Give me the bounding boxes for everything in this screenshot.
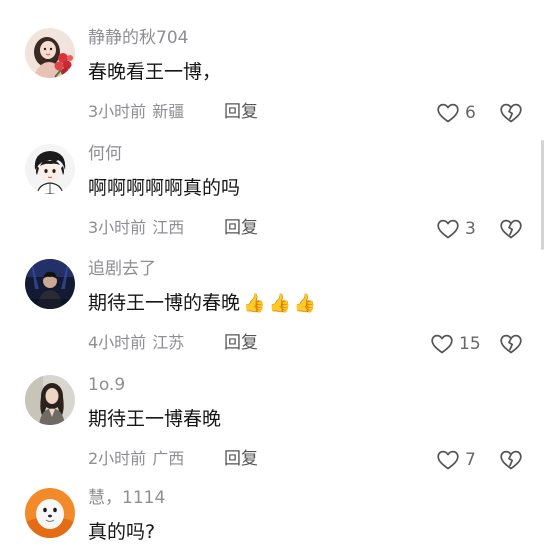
username[interactable]: 何何 bbox=[88, 144, 122, 164]
username[interactable]: 静静的秋704 bbox=[88, 28, 188, 48]
timestamp: 4小时前 bbox=[88, 333, 147, 352]
username[interactable]: 追剧去了 bbox=[88, 259, 156, 279]
avatar[interactable] bbox=[25, 488, 75, 538]
comment-meta: 3小时前 江西 bbox=[88, 218, 184, 238]
avatar[interactable] bbox=[25, 259, 75, 309]
concert-photo-avatar-icon bbox=[25, 259, 75, 309]
scrollbar[interactable] bbox=[541, 140, 544, 250]
reply-button[interactable]: 回复 bbox=[224, 218, 258, 238]
location: 江苏 bbox=[152, 333, 185, 352]
comment-text-body: 期待王一博春晚 bbox=[88, 408, 222, 430]
timestamp: 2小时前 bbox=[88, 449, 147, 468]
comment-meta: 4小时前 江苏 bbox=[88, 333, 184, 353]
like-button[interactable]: 6 bbox=[436, 101, 476, 125]
reply-button[interactable]: 回复 bbox=[224, 102, 258, 122]
reply-button[interactable]: 回复 bbox=[224, 449, 258, 469]
like-count: 6 bbox=[465, 103, 476, 123]
thumbs-up-emoji: 👍 bbox=[293, 293, 317, 314]
like-button[interactable]: 15 bbox=[430, 332, 481, 356]
comment-item: 何何 啊啊啊啊啊真的吗 3小时前 江西 回复 3 bbox=[0, 144, 545, 260]
heart-outline-icon bbox=[437, 103, 459, 123]
comment-text-body: 期待王一博的春晚 bbox=[88, 292, 241, 314]
comment-text: 期待王一博春晚 bbox=[88, 407, 221, 431]
comment-text-body: 春晚看王一博， bbox=[88, 61, 222, 83]
broken-heart-icon bbox=[500, 103, 522, 123]
like-count: 7 bbox=[465, 450, 476, 470]
seal-avatar-icon bbox=[25, 488, 75, 538]
reply-button[interactable]: 回复 bbox=[224, 333, 258, 353]
avatar[interactable] bbox=[25, 375, 75, 425]
comment-item: 1o.9 期待王一博春晚 2小时前 广西 回复 7 bbox=[0, 375, 545, 491]
broken-heart-icon bbox=[500, 219, 522, 239]
broken-heart-icon bbox=[500, 334, 522, 354]
timestamp: 3小时前 bbox=[88, 218, 147, 237]
location: 新疆 bbox=[152, 102, 185, 121]
avatar[interactable] bbox=[25, 144, 75, 194]
comment-text-body: 啊啊啊啊啊真的吗 bbox=[88, 177, 241, 199]
dislike-button[interactable] bbox=[499, 217, 523, 241]
thumbs-up-emoji: 👍 bbox=[268, 293, 291, 314]
comment-item: 追剧去了 期待王一博的春晚 👍 👍 👍 4小时前 江苏 回复 15 bbox=[0, 259, 545, 375]
comment-list: 静静的秋704 春晚看王一博， 3小时前 新疆 回复 6 何何 啊啊啊啊啊真的吗… bbox=[0, 0, 545, 546]
girl-photo-avatar-icon bbox=[25, 375, 75, 425]
cartoon-boy-avatar-icon bbox=[25, 144, 75, 194]
avatar[interactable] bbox=[25, 28, 75, 78]
heart-outline-icon bbox=[437, 219, 459, 239]
like-button[interactable]: 3 bbox=[436, 217, 476, 241]
comment-text: 期待王一博的春晚 👍 👍 👍 bbox=[88, 291, 316, 316]
dislike-button[interactable] bbox=[499, 448, 523, 472]
like-count: 3 bbox=[465, 219, 476, 239]
like-count: 15 bbox=[459, 334, 481, 354]
thumbs-up-emoji: 👍 bbox=[243, 293, 266, 314]
location: 广西 bbox=[152, 449, 185, 468]
dislike-button[interactable] bbox=[499, 332, 523, 356]
comment-text: 真的吗? bbox=[88, 520, 155, 544]
heart-outline-icon bbox=[431, 334, 453, 354]
username[interactable]: 1o.9 bbox=[88, 375, 125, 395]
comment-item: 慧，1114 真的吗? bbox=[0, 488, 545, 546]
comment-meta: 2小时前 广西 bbox=[88, 449, 184, 469]
comment-text: 春晚看王一博， bbox=[88, 60, 221, 84]
like-button[interactable]: 7 bbox=[436, 448, 476, 472]
location: 江西 bbox=[152, 218, 185, 237]
comment-item: 静静的秋704 春晚看王一博， 3小时前 新疆 回复 6 bbox=[0, 28, 545, 144]
username[interactable]: 慧，1114 bbox=[88, 488, 165, 508]
timestamp: 3小时前 bbox=[88, 102, 147, 121]
comment-text-body: 真的吗? bbox=[88, 521, 156, 543]
heart-outline-icon bbox=[437, 450, 459, 470]
dislike-button[interactable] bbox=[499, 101, 523, 125]
girl-with-flowers-avatar-icon bbox=[25, 28, 75, 78]
broken-heart-icon bbox=[500, 450, 522, 470]
comment-meta: 3小时前 新疆 bbox=[88, 102, 184, 122]
comment-text: 啊啊啊啊啊真的吗 bbox=[88, 176, 240, 200]
